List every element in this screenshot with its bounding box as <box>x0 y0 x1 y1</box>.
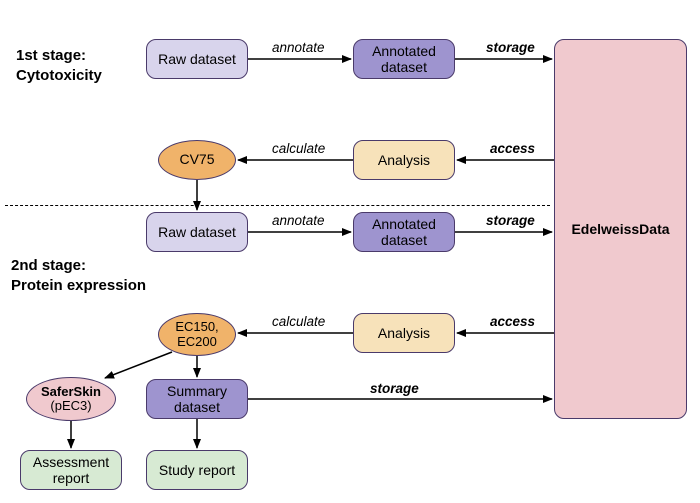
edge-calculate-2: calculate <box>272 314 325 329</box>
raw-dataset-2: Raw dataset <box>146 212 248 252</box>
stage1-title: 1st stage:Cytotoxicity <box>16 46 102 85</box>
edge-access-2: access <box>490 314 535 329</box>
summary-dataset: Summary dataset <box>146 379 248 419</box>
analysis-1: Analysis <box>353 140 455 180</box>
edge-calculate-1: calculate <box>272 141 325 156</box>
edge-annotate-1: annotate <box>272 40 325 55</box>
analysis-2: Analysis <box>353 313 455 353</box>
saferskin-node: SaferSkin (pEC3) <box>26 377 116 421</box>
stage2-title: 2nd stage:Protein expression <box>11 256 146 295</box>
assessment-report: Assessment report <box>20 450 122 490</box>
annotated-dataset-2: Annotated dataset <box>353 212 455 252</box>
edge-storage-2: storage <box>486 213 535 228</box>
study-report: Study report <box>146 450 248 490</box>
cv75-node: CV75 <box>158 140 236 180</box>
raw-dataset-1: Raw dataset <box>146 39 248 79</box>
edge-storage-3: storage <box>370 381 419 396</box>
edge-access-1: access <box>490 141 535 156</box>
edge-annotate-2: annotate <box>272 213 325 228</box>
edelweiss-data: EdelweissData <box>554 39 687 419</box>
edge-storage-1: storage <box>486 40 535 55</box>
annotated-dataset-1: Annotated dataset <box>353 39 455 79</box>
ec-node: EC150, EC200 <box>158 313 236 356</box>
stage-divider <box>5 205 550 206</box>
